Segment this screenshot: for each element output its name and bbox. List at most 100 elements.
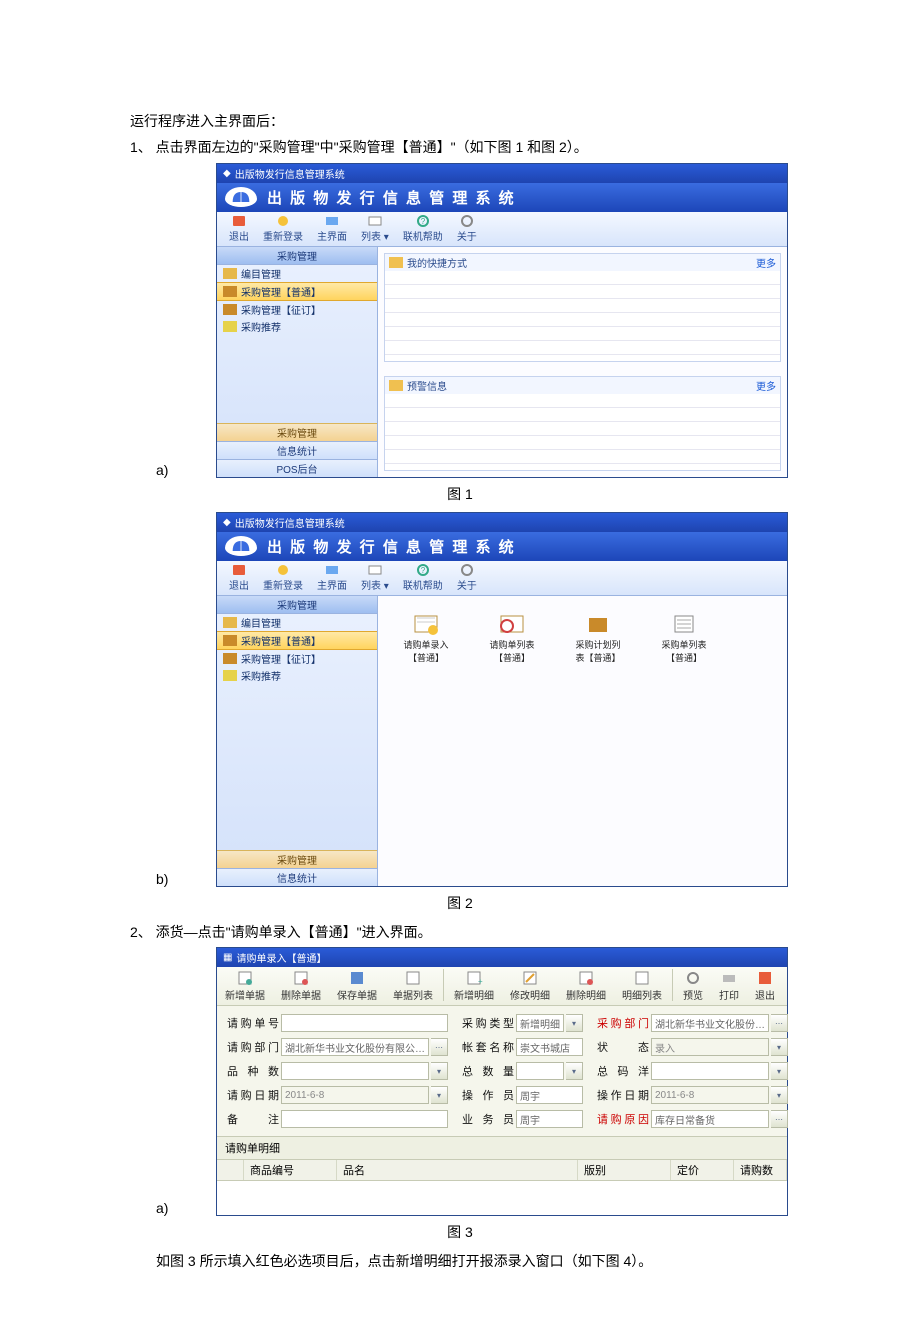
app-banner: 出 版 物 发 行 信 息 管 理 系 统 [217,183,787,212]
panel-shortcuts: 我的快捷方式更多 [384,253,781,362]
btn-preview[interactable]: 预览 [675,967,711,1005]
folder-icon [389,257,403,268]
lbl-amount: 总 码 洋 [597,1063,649,1079]
app-icon-order-normal[interactable]: 采购单列表 【普通】 [656,612,712,664]
tb-relogin[interactable]: 重新登录 [257,214,309,244]
sidebar-item-pm-normal[interactable]: 采购管理【普通】 [217,282,377,301]
btn-del-detail[interactable]: 删除明细 [558,967,614,1005]
svg-text:+: + [478,977,483,986]
tb-list[interactable]: 列表 ▾ [355,214,395,244]
col-edition: 版别 [578,1160,671,1180]
main-toolbar: 退出 重新登录 主界面 列表 ▾ ?联机帮助 关于 [217,212,787,247]
grid-body[interactable] [217,1181,787,1215]
tb-exit[interactable]: 退出 [223,563,255,593]
window-title-bar: ◆ 出版物发行信息管理系统 [217,164,787,183]
lbl-clerk: 业 务 员 [462,1111,514,1127]
lbl-rdept: 请购部门 [227,1039,279,1055]
input-odate: 2011-6-8 [651,1086,769,1104]
step2-text: 2、 添货—点击"请购单录入【普通】"进入界面。 [130,921,790,943]
dropdown-icon[interactable]: ▾ [771,1062,788,1080]
more-link[interactable]: 更多 [756,255,776,270]
input-amount[interactable] [651,1062,769,1080]
marker-a1: a) [156,462,176,478]
step1-text: 1、 点击界面左边的"采购管理"中"采购管理【普通】"（如下图 1 和图 2）。 [130,136,790,158]
sidebar-bottom-a[interactable]: 采购管理 [217,423,377,441]
sidebar: 采购管理 编目管理 采购管理【普通】 采购管理【征订】 采购推荐 采购管理 信息… [217,247,378,477]
btn-new-detail[interactable]: +新增明细 [446,967,502,1005]
tb-help[interactable]: ?联机帮助 [397,214,449,244]
tb-about[interactable]: 关于 [451,214,483,244]
btn-doc-list[interactable]: 单据列表 [385,967,441,1005]
input-remark[interactable] [281,1110,448,1128]
input-no[interactable] [281,1014,448,1032]
btn-print[interactable]: 打印 [711,967,747,1005]
lbl-reason: 请购原因 [597,1111,649,1127]
input-qty[interactable] [516,1062,564,1080]
input-clerk: 周宇 [516,1110,583,1128]
tb-relogin[interactable]: 重新登录 [257,563,309,593]
sidebar-item-catalog[interactable]: 编目管理 [217,265,377,282]
sidebar-bottom-c[interactable]: POS后台 [217,459,377,477]
input-rdept[interactable]: 湖北新华书业文化股份有限公… [281,1038,429,1056]
screenshot-fig1: ◆ 出版物发行信息管理系统 出 版 物 发 行 信 息 管 理 系 统 退出 重… [216,163,788,478]
sidebar-bottom-a[interactable]: 采购管理 [217,850,377,868]
tb-list[interactable]: 列表 ▾ [355,563,395,593]
screenshot-fig3: ▦请购单录入【普通】 新增单据 删除单据 保存单据 单据列表 +新增明细 修改明… [216,947,788,1216]
fig3-label: 图 3 [130,1222,790,1242]
input-kinds[interactable] [281,1062,429,1080]
input-operator: 周宇 [516,1086,583,1104]
input-status: 录入 [651,1038,769,1056]
dropdown-icon[interactable]: ▾ [566,1014,583,1032]
logo-icon [225,536,257,556]
lbl-status: 状 态 [597,1039,649,1055]
input-ctype[interactable]: 新增明细 [516,1014,564,1032]
col-code: 商品编号 [244,1160,337,1180]
tb-about[interactable]: 关于 [451,563,483,593]
more-link[interactable]: 更多 [756,378,776,393]
input-acct[interactable]: 崇文书城店 [516,1038,583,1056]
btn-save-doc[interactable]: 保存单据 [329,967,385,1005]
dropdown-icon[interactable]: ▾ [431,1062,448,1080]
sidebar-item-pm-zd[interactable]: 采购管理【征订】 [217,301,377,318]
app-icon-list-normal[interactable]: 请购单列表 【普通】 [484,612,540,664]
sidebar-bottom-b[interactable]: 信息统计 [217,441,377,459]
dropdown-icon[interactable]: ▾ [771,1086,788,1104]
tb-help[interactable]: ?联机帮助 [397,563,449,593]
input-cdept[interactable]: 湖北新华书业文化股份… [651,1014,769,1032]
sidebar-item-pm-rec[interactable]: 采购推荐 [217,318,377,335]
form-toolbar: 新增单据 删除单据 保存单据 单据列表 +新增明细 修改明细 删除明细 明细列表… [217,967,787,1006]
btn-detail-list[interactable]: 明细列表 [614,967,670,1005]
marker-a2: a) [156,1200,176,1216]
browse-icon[interactable]: ⋯ [771,1014,788,1032]
sidebar-item-pm-normal[interactable]: 采购管理【普通】 [217,631,377,650]
grid-header: 商品编号 品名 版别 定价 请购数 [217,1159,787,1181]
input-reason[interactable]: 库存日常备货 [651,1110,769,1128]
dropdown-icon[interactable]: ▾ [431,1086,448,1104]
tb-exit[interactable]: 退出 [223,214,255,244]
lbl-acct: 帐套名称 [462,1039,514,1055]
btn-exit[interactable]: 退出 [747,967,783,1005]
sidebar-item-catalog[interactable]: 编目管理 [217,614,377,631]
sidebar-item-pm-zd[interactable]: 采购管理【征订】 [217,650,377,667]
browse-icon[interactable]: ⋯ [431,1038,448,1056]
lbl-no: 请购单号 [227,1015,279,1031]
lbl-odate: 操作日期 [597,1087,649,1103]
dropdown-icon[interactable]: ▾ [771,1038,788,1056]
app-icon-entry-normal[interactable]: 请购单录入 【普通】 [398,612,454,664]
input-rdate[interactable]: 2011-6-8 [281,1086,429,1104]
tb-main[interactable]: 主界面 [311,563,353,593]
btn-new-doc[interactable]: 新增单据 [217,967,273,1005]
empty-grid [385,394,780,470]
lbl-qty: 总 数 量 [462,1063,514,1079]
btn-edit-detail[interactable]: 修改明细 [502,967,558,1005]
btn-del-doc[interactable]: 删除单据 [273,967,329,1005]
dropdown-icon[interactable]: ▾ [566,1062,583,1080]
sidebar-bottom-b[interactable]: 信息统计 [217,868,377,886]
sidebar-item-pm-rec[interactable]: 采购推荐 [217,667,377,684]
browse-icon[interactable]: ⋯ [771,1110,788,1128]
form-title-bar: ▦请购单录入【普通】 [217,948,787,967]
lbl-remark: 备 注 [227,1111,279,1127]
app-icon-plan-normal[interactable]: 采购计划列 表【普通】 [570,612,626,664]
tb-main[interactable]: 主界面 [311,214,353,244]
marker-b: b) [156,871,176,887]
